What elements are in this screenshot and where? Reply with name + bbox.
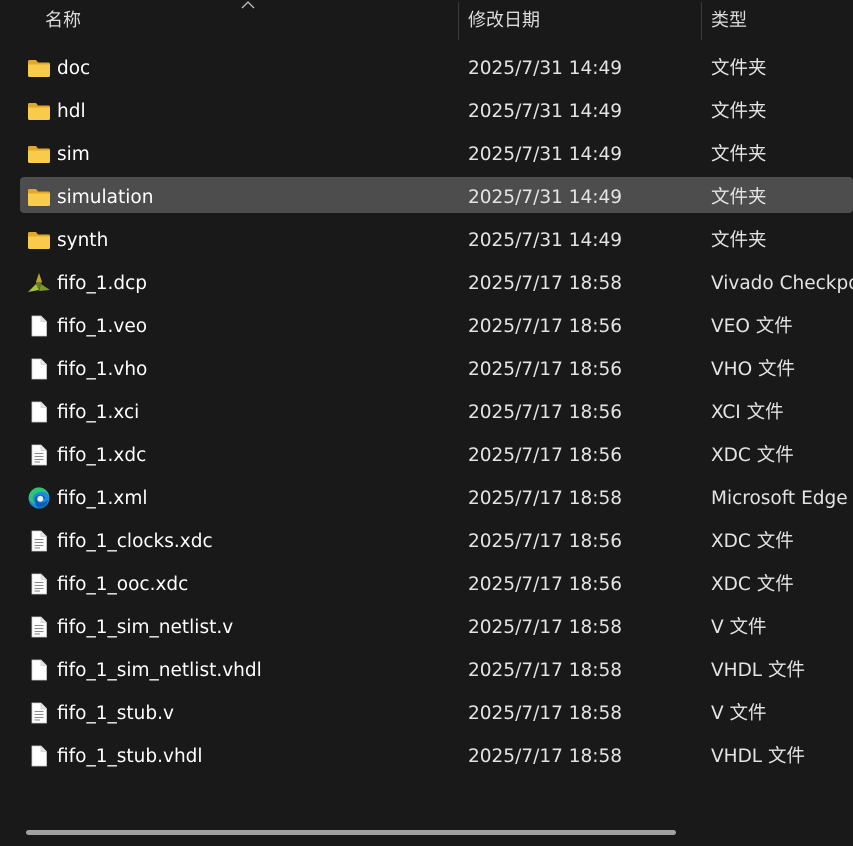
file-row[interactable]: doc 2025/7/31 14:49 文件夹 bbox=[0, 47, 853, 90]
text-file-icon bbox=[27, 573, 51, 595]
file-modified-date: 2025/7/17 18:58 bbox=[468, 617, 623, 638]
file-row[interactable]: fifo_1.xml 2025/7/17 18:58 Microsoft Edge … bbox=[0, 477, 853, 520]
file-modified-date: 2025/7/31 14:49 bbox=[468, 230, 623, 251]
file-modified-date: 2025/7/17 18:56 bbox=[468, 574, 623, 595]
file-row[interactable]: fifo_1.veo 2025/7/17 18:56 VEO 文件 bbox=[0, 305, 853, 348]
file-type: Vivado Checkpoi bbox=[711, 273, 853, 294]
file-type: XDC 文件 bbox=[711, 531, 794, 552]
file-type: VHO 文件 bbox=[711, 359, 796, 380]
file-name: fifo_1.xdc bbox=[57, 445, 147, 466]
file-name: synth bbox=[57, 230, 109, 251]
file-name: fifo_1.dcp bbox=[57, 273, 148, 294]
text-file-icon bbox=[27, 530, 51, 552]
file-type: VHDL 文件 bbox=[711, 746, 805, 767]
file-name: simulation bbox=[57, 187, 154, 208]
file-type: XDC 文件 bbox=[711, 574, 794, 595]
folder-icon bbox=[27, 100, 51, 122]
file-name: fifo_1_sim_netlist.vhdl bbox=[57, 660, 262, 681]
file-type: Microsoft Edge H bbox=[711, 488, 853, 509]
file-row[interactable]: fifo_1_stub.v 2025/7/17 18:58 V 文件 bbox=[0, 692, 853, 735]
file-name: fifo_1_sim_netlist.v bbox=[57, 617, 234, 638]
file-modified-date: 2025/7/31 14:49 bbox=[468, 101, 623, 122]
file-name: fifo_1_stub.v bbox=[57, 703, 174, 724]
file-icon bbox=[27, 358, 51, 380]
file-row[interactable]: fifo_1.vho 2025/7/17 18:56 VHO 文件 bbox=[0, 348, 853, 391]
edge-icon bbox=[27, 487, 51, 509]
file-modified-date: 2025/7/17 18:56 bbox=[468, 531, 623, 552]
file-name: fifo_1.veo bbox=[57, 316, 148, 337]
file-modified-date: 2025/7/31 14:49 bbox=[468, 58, 623, 79]
file-row[interactable]: fifo_1_sim_netlist.vhdl 2025/7/17 18:58 VH… bbox=[0, 649, 853, 692]
folder-icon bbox=[27, 229, 51, 251]
file-name: fifo_1.xci bbox=[57, 402, 140, 423]
column-header-name[interactable]: 名称 bbox=[45, 0, 81, 42]
file-name: fifo_1_stub.vhdl bbox=[57, 746, 203, 767]
sort-ascending-icon bbox=[241, 1, 255, 9]
file-icon bbox=[27, 745, 51, 767]
file-type: 文件夹 bbox=[711, 58, 767, 79]
file-row[interactable]: fifo_1_sim_netlist.v 2025/7/17 18:58 V 文件 bbox=[0, 606, 853, 649]
file-name: sim bbox=[57, 144, 90, 165]
file-modified-date: 2025/7/17 18:56 bbox=[468, 316, 623, 337]
file-row[interactable]: hdl 2025/7/31 14:49 文件夹 bbox=[0, 90, 853, 133]
file-type: VHDL 文件 bbox=[711, 660, 805, 681]
file-type: 文件夹 bbox=[711, 144, 767, 165]
file-type: 文件夹 bbox=[711, 230, 767, 251]
column-header-date[interactable]: 修改日期 bbox=[468, 0, 540, 42]
file-modified-date: 2025/7/17 18:56 bbox=[468, 359, 623, 380]
file-row[interactable]: fifo_1_clocks.xdc 2025/7/17 18:56 XDC 文件 bbox=[0, 520, 853, 563]
file-type: 文件夹 bbox=[711, 101, 767, 122]
file-modified-date: 2025/7/17 18:56 bbox=[468, 402, 623, 423]
file-row[interactable]: fifo_1.dcp 2025/7/17 18:58 Vivado Checkpoi bbox=[0, 262, 853, 305]
file-type: XCI 文件 bbox=[711, 402, 784, 423]
file-name: fifo_1_clocks.xdc bbox=[57, 531, 213, 552]
file-name: fifo_1.xml bbox=[57, 488, 148, 509]
file-modified-date: 2025/7/31 14:49 bbox=[468, 187, 623, 208]
file-type: V 文件 bbox=[711, 617, 767, 638]
horizontal-scrollbar[interactable] bbox=[26, 830, 676, 835]
file-modified-date: 2025/7/17 18:58 bbox=[468, 703, 623, 724]
file-modified-date: 2025/7/17 18:58 bbox=[468, 660, 623, 681]
file-modified-date: 2025/7/17 18:58 bbox=[468, 488, 623, 509]
file-name: fifo_1.vho bbox=[57, 359, 148, 380]
folder-icon bbox=[27, 186, 51, 208]
file-type: 文件夹 bbox=[711, 187, 767, 208]
folder-icon bbox=[27, 143, 51, 165]
file-icon bbox=[27, 401, 51, 423]
file-type: V 文件 bbox=[711, 703, 767, 724]
file-row[interactable]: fifo_1_stub.vhdl 2025/7/17 18:58 VHDL 文件 bbox=[0, 735, 853, 778]
file-icon bbox=[27, 659, 51, 681]
file-row[interactable]: synth 2025/7/31 14:49 文件夹 bbox=[0, 219, 853, 262]
vivado-icon bbox=[27, 272, 51, 294]
file-modified-date: 2025/7/17 18:58 bbox=[468, 273, 623, 294]
file-row[interactable]: fifo_1.xci 2025/7/17 18:56 XCI 文件 bbox=[0, 391, 853, 434]
file-row[interactable]: fifo_1_ooc.xdc 2025/7/17 18:56 XDC 文件 bbox=[0, 563, 853, 606]
text-file-icon bbox=[27, 444, 51, 466]
column-header: 名称 修改日期 类型 bbox=[0, 0, 853, 42]
file-name: fifo_1_ooc.xdc bbox=[57, 574, 189, 595]
text-file-icon bbox=[27, 702, 51, 724]
column-divider[interactable] bbox=[458, 2, 459, 40]
file-modified-date: 2025/7/17 18:58 bbox=[468, 746, 623, 767]
file-modified-date: 2025/7/17 18:56 bbox=[468, 445, 623, 466]
column-header-type[interactable]: 类型 bbox=[711, 0, 747, 42]
file-type: VEO 文件 bbox=[711, 316, 793, 337]
file-type: XDC 文件 bbox=[711, 445, 794, 466]
file-row-selected[interactable]: simulation 2025/7/31 14:49 文件夹 bbox=[0, 176, 853, 219]
file-modified-date: 2025/7/31 14:49 bbox=[468, 144, 623, 165]
file-explorer: 名称 修改日期 类型 doc 2025/7/31 14:49 文件夹 hdl 2025/… bbox=[0, 0, 853, 846]
file-name: hdl bbox=[57, 101, 86, 122]
column-divider[interactable] bbox=[701, 2, 702, 40]
file-row[interactable]: fifo_1.xdc 2025/7/17 18:56 XDC 文件 bbox=[0, 434, 853, 477]
text-file-icon bbox=[27, 616, 51, 638]
file-row[interactable]: sim 2025/7/31 14:49 文件夹 bbox=[0, 133, 853, 176]
file-icon bbox=[27, 315, 51, 337]
folder-icon bbox=[27, 57, 51, 79]
file-list: doc 2025/7/31 14:49 文件夹 hdl 2025/7/31 14:49 文… bbox=[0, 47, 853, 778]
file-name: doc bbox=[57, 58, 91, 79]
